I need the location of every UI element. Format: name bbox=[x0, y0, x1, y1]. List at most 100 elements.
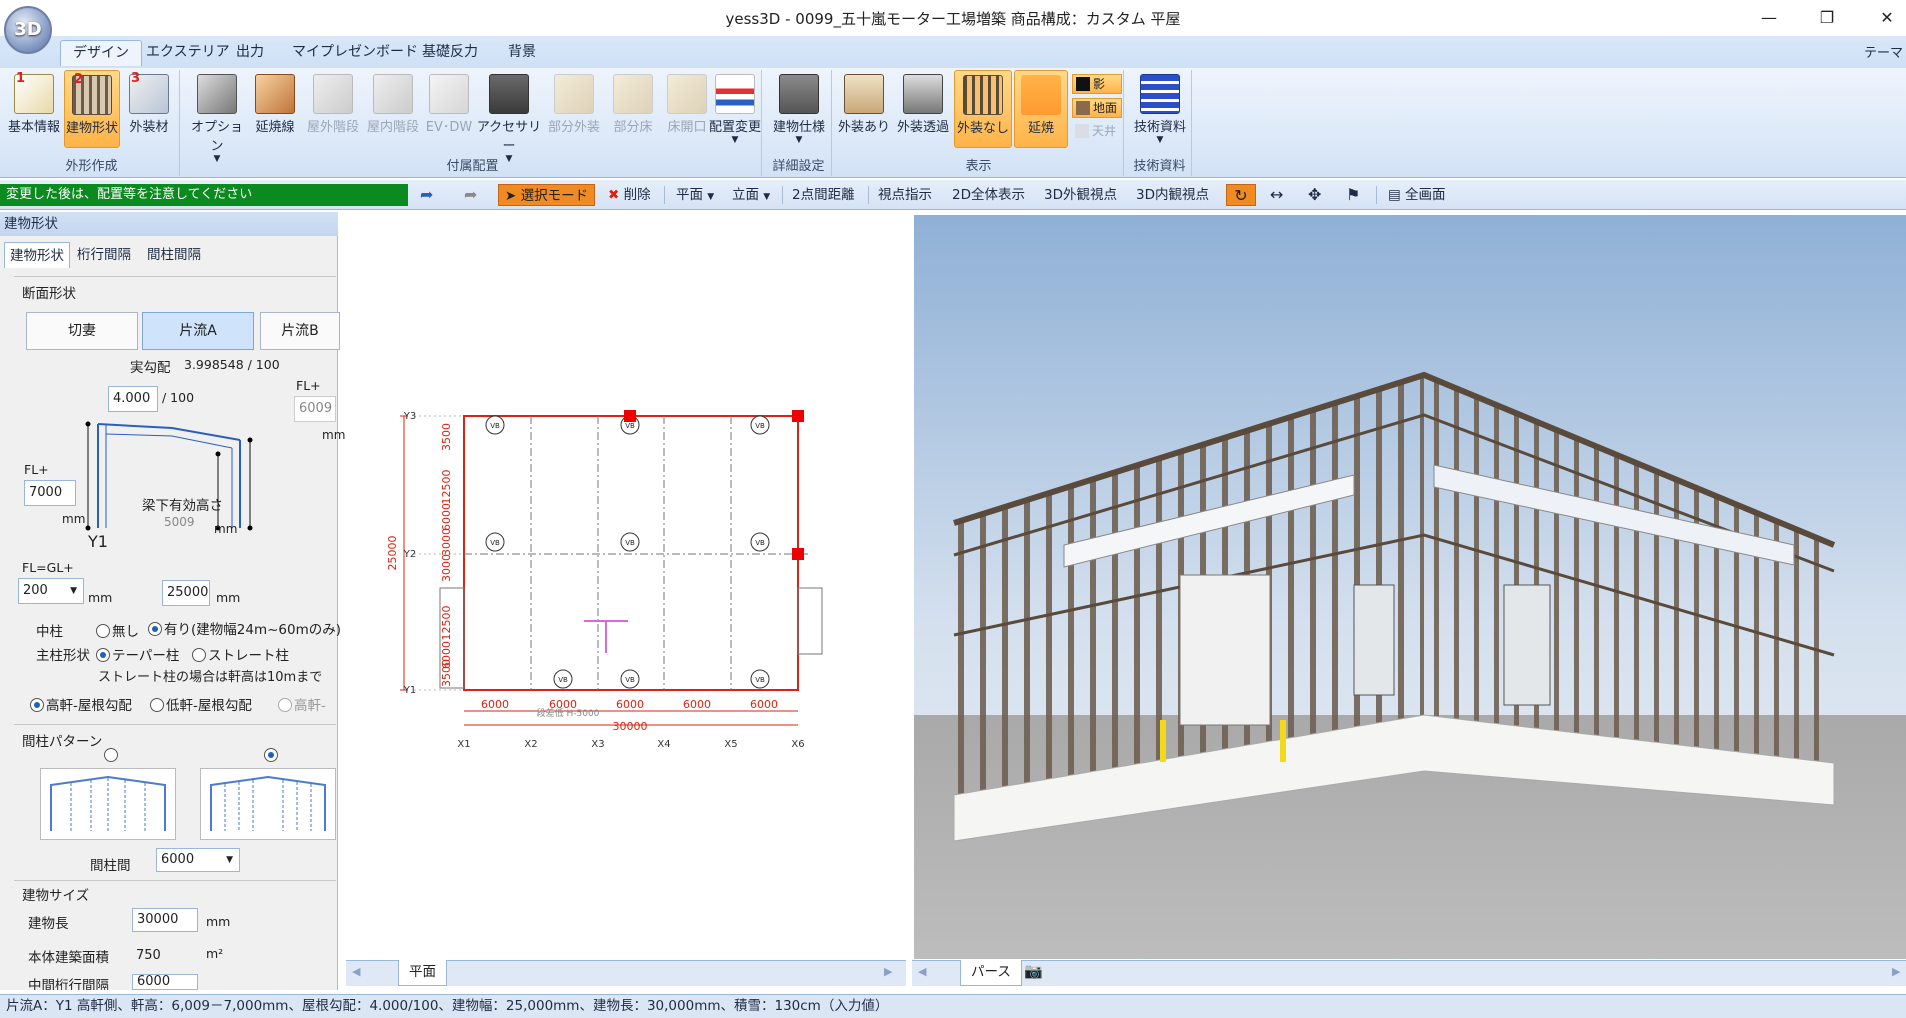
shape-gable-button[interactable]: 切妻 bbox=[26, 312, 138, 350]
app-menu-button[interactable]: 3D bbox=[4, 6, 52, 54]
fire-line-label: 延焼線 bbox=[255, 120, 295, 135]
fl-right-input[interactable]: 6009 bbox=[294, 396, 336, 422]
close-icon[interactable]: ✕ bbox=[1864, 4, 1906, 32]
full-2d-button[interactable]: 2D全体表示 bbox=[952, 184, 1025, 206]
minimize-icon[interactable]: — bbox=[1746, 4, 1792, 32]
partial-floor-button[interactable]: 部分床 bbox=[606, 70, 660, 148]
tab-stud-interval[interactable]: 間柱間隔 bbox=[142, 242, 206, 268]
shape-shed-b-button[interactable]: 片流B bbox=[260, 312, 340, 350]
width-input[interactable]: 25000 bbox=[162, 580, 210, 606]
stud-pattern-2-radio[interactable] bbox=[264, 748, 280, 764]
ceiling-toggle[interactable]: 天井 bbox=[1072, 122, 1122, 142]
shadow-toggle[interactable]: 影 bbox=[1072, 74, 1122, 94]
tab-background[interactable]: 背景 bbox=[496, 40, 548, 66]
exterior-3d-button[interactable]: 3D外観視点 bbox=[1044, 184, 1117, 206]
fire-spread-button[interactable]: 延焼 bbox=[1014, 70, 1068, 148]
partial-exterior-button[interactable]: 部分外装 bbox=[544, 70, 604, 148]
fire-line-button[interactable]: 延焼線 bbox=[248, 70, 302, 148]
main-column-straight-label: ストレート柱 bbox=[208, 648, 289, 664]
tab-plan[interactable]: 平面 bbox=[398, 960, 447, 986]
pan-horizontal-icon[interactable]: ↔ bbox=[1270, 184, 1283, 206]
vb-mark: VB bbox=[755, 676, 765, 684]
stud-pattern-title: 間柱パターン bbox=[22, 734, 103, 750]
two-point-distance-button[interactable]: 2点間距離 bbox=[792, 184, 855, 206]
eave-high-radio[interactable]: 高軒-屋根勾配 bbox=[30, 694, 132, 714]
left-dim: 3000 bbox=[440, 528, 453, 556]
elevation-view-dropdown[interactable]: 立面 ▼ bbox=[732, 184, 770, 206]
exterior-material-button[interactable]: 3 外装材 bbox=[122, 70, 176, 148]
exterior-on-label: 外装あり bbox=[837, 120, 890, 135]
eave-low-label: 低軒-屋根勾配 bbox=[166, 698, 252, 714]
outdoor-stairs-label: 屋外階段 bbox=[306, 120, 359, 135]
eave-low-radio[interactable]: 低軒-屋根勾配 bbox=[150, 694, 252, 714]
eave-high2-radio[interactable]: 高軒- bbox=[278, 694, 326, 714]
eave-height-input[interactable]: 7000 bbox=[24, 480, 76, 506]
fullscreen-button[interactable]: ▤ 全画面 bbox=[1388, 184, 1446, 206]
theme-menu[interactable]: テーマ bbox=[1864, 42, 1903, 61]
interior-3d-button[interactable]: 3D内観視点 bbox=[1136, 184, 1209, 206]
step-note: 段差低 H-5000 bbox=[537, 707, 600, 719]
tab-perspective[interactable]: パース bbox=[960, 960, 1022, 986]
straight-note: ストレート柱の場合は軒高は10mまで bbox=[98, 670, 323, 685]
delete-button[interactable]: ✖ 削除 bbox=[608, 184, 651, 206]
tab-foundation[interactable]: 基礎反力 bbox=[410, 40, 490, 66]
option-button[interactable]: オプション ▼ bbox=[188, 70, 246, 164]
building-spec-button[interactable]: 建物仕様 ▼ bbox=[768, 70, 830, 148]
scroll-right-icon[interactable]: ▶ bbox=[1892, 965, 1900, 978]
actual-slope-label: 実勾配 bbox=[130, 360, 171, 376]
stud-pattern-2-thumbnail[interactable] bbox=[200, 768, 336, 840]
scroll-right-icon[interactable]: ▶ bbox=[884, 965, 892, 978]
fl-gl-select[interactable]: 200 ▼ bbox=[18, 578, 84, 604]
camera-icon[interactable]: 📷 bbox=[1024, 962, 1043, 980]
outdoor-stairs-button[interactable]: 屋外階段 bbox=[304, 70, 362, 148]
walk-icon[interactable]: ⚑ bbox=[1346, 184, 1360, 206]
center-column-none-radio[interactable]: 無し bbox=[96, 620, 139, 640]
vb-mark: VB bbox=[558, 676, 568, 684]
center-column-yes-radio[interactable]: 有り(建物幅24m~60mのみ) bbox=[148, 618, 341, 638]
tech-docs-button[interactable]: 技術資料 ▼ bbox=[1130, 70, 1190, 148]
main-column-straight-radio[interactable]: ストレート柱 bbox=[192, 644, 289, 664]
scroll-left-icon[interactable]: ◀ bbox=[352, 965, 360, 978]
stud-pitch-select[interactable]: 6000 ▼ bbox=[156, 848, 240, 872]
stud-pattern-1-radio[interactable] bbox=[104, 748, 120, 764]
tab-bay-interval[interactable]: 桁行間隔 bbox=[72, 242, 136, 268]
refresh-icon[interactable]: ↻ bbox=[1226, 184, 1256, 206]
vb-mark: VB bbox=[490, 539, 500, 547]
ground-toggle[interactable]: 地面 bbox=[1072, 98, 1122, 118]
plan-view-canvas[interactable]: VB VB VB VB VB VB VB VB VB 6000 6000 6000 6000… bbox=[348, 215, 904, 959]
slope-input[interactable]: 4.000 bbox=[108, 386, 158, 412]
accessory-button[interactable]: アクセサリー ▼ bbox=[476, 70, 542, 164]
axis-y1-label: Y1 bbox=[88, 532, 108, 551]
undo-icon[interactable]: ➦ bbox=[420, 184, 433, 206]
building-shape-button[interactable]: 2 建物形状 bbox=[64, 70, 120, 148]
viewpoint-button[interactable]: 視点指示 bbox=[878, 184, 932, 206]
tab-design[interactable]: デザイン bbox=[60, 40, 142, 66]
stud-pattern-1-icon bbox=[50, 775, 166, 831]
layout-change-button[interactable]: 配置変更 ▼ bbox=[704, 70, 766, 148]
tab-presen-board[interactable]: マイプレゼンボード bbox=[280, 40, 430, 66]
tab-building-shape[interactable]: 建物形状 bbox=[4, 242, 70, 268]
mm-unit: mm bbox=[216, 590, 241, 605]
restore-icon[interactable]: ❐ bbox=[1804, 4, 1850, 32]
group-label-outline: 外形作成 bbox=[65, 159, 118, 174]
exterior-none-button[interactable]: 外装なし bbox=[954, 70, 1012, 148]
mid-bay-select[interactable]: 6000 bbox=[132, 974, 198, 990]
redo-icon[interactable]: ➦ bbox=[464, 184, 477, 206]
eave-high-label: 高軒-屋根勾配 bbox=[46, 698, 132, 714]
move-icon[interactable]: ✥ bbox=[1308, 184, 1321, 206]
plan-view-dropdown[interactable]: 平面 ▼ bbox=[676, 184, 714, 206]
indoor-stairs-button[interactable]: 屋内階段 bbox=[364, 70, 422, 148]
tab-output[interactable]: 出力 bbox=[224, 40, 276, 66]
exterior-on-button[interactable]: 外装あり bbox=[836, 70, 892, 148]
main-column-taper-radio[interactable]: テーパー柱 bbox=[96, 644, 179, 664]
exterior-transparent-button[interactable]: 外装透過 bbox=[894, 70, 952, 148]
shape-shed-a-button[interactable]: 片流A bbox=[142, 312, 254, 350]
select-mode-button[interactable]: ➤ 選択モード bbox=[498, 184, 596, 206]
basic-info-button[interactable]: 1 基本情報 bbox=[6, 70, 62, 148]
stud-pattern-1-thumbnail[interactable] bbox=[40, 768, 176, 840]
building-length-input[interactable]: 30000 bbox=[132, 908, 198, 932]
perspective-3d-view[interactable] bbox=[914, 215, 1906, 959]
scroll-left-icon[interactable]: ◀ bbox=[918, 965, 926, 978]
chevron-down-icon: ▼ bbox=[70, 586, 77, 596]
ev-dw-button[interactable]: EV･DW bbox=[424, 70, 474, 148]
